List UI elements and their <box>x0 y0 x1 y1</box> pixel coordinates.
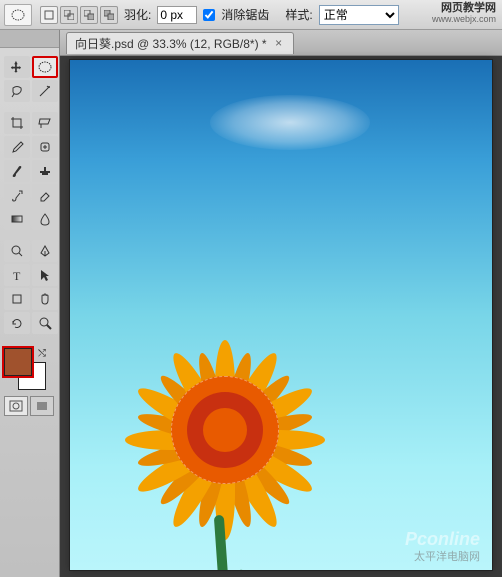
svg-text:T: T <box>13 269 21 282</box>
watermark-pconline-cn: 太平洋电脑网 <box>414 548 480 564</box>
clone-stamp-tool[interactable] <box>32 160 58 182</box>
color-swatches: ⤭ <box>4 348 46 390</box>
style-select[interactable]: 正常 <box>319 5 399 25</box>
eyedropper-tool[interactable] <box>4 136 30 158</box>
magic-wand-tool[interactable] <box>32 80 58 102</box>
antialias-label: 消除锯齿 <box>221 6 269 23</box>
healing-brush-tool[interactable] <box>32 136 58 158</box>
mode-new-icon[interactable] <box>40 6 58 24</box>
brand-cn: 网页教学网 <box>432 3 496 14</box>
crop-tool[interactable] <box>4 112 30 134</box>
toolbox-panel: T ⤭ <box>0 30 60 577</box>
move-tool[interactable] <box>4 56 30 78</box>
dodge-tool[interactable] <box>4 240 30 262</box>
brand-en: www.webjx.com <box>432 14 496 25</box>
sunflower-art <box>115 320 375 570</box>
slice-tool[interactable] <box>32 112 58 134</box>
document-tab[interactable]: 向日葵.psd @ 33.3% (12, RGB/8*) * × <box>66 32 294 54</box>
quickmask-row <box>4 396 55 416</box>
lasso-tool[interactable] <box>4 80 30 102</box>
mode-subtract-icon[interactable] <box>80 6 98 24</box>
close-icon[interactable]: × <box>273 37 285 49</box>
shape-tool[interactable] <box>4 288 30 310</box>
path-select-tool[interactable] <box>32 264 58 286</box>
rotate-view-tool[interactable] <box>4 312 30 334</box>
antialias-checkbox[interactable] <box>203 9 215 21</box>
foreground-color-swatch[interactable] <box>4 348 32 376</box>
watermark-brand: 网页教学网 www.webjx.com <box>432 3 496 25</box>
options-bar: 羽化: 消除锯齿 样式: 正常 网页教学网 www.webjx.com <box>0 0 502 30</box>
marquee-tool[interactable] <box>32 56 58 78</box>
document-tab-title: 向日葵.psd @ 33.3% (12, RGB/8*) * <box>75 35 267 52</box>
document-canvas[interactable]: Pconline 太平洋电脑网 <box>70 60 492 570</box>
toolbox-handle[interactable] <box>0 30 59 48</box>
current-tool-indicator[interactable] <box>4 4 32 26</box>
tool-grid: T <box>4 56 55 342</box>
blur-tool[interactable] <box>32 208 58 230</box>
mode-intersect-icon[interactable] <box>100 6 118 24</box>
canvas-area: Pconline 太平洋电脑网 <box>60 56 502 577</box>
type-tool[interactable]: T <box>4 264 30 286</box>
feather-label: 羽化: <box>124 6 151 23</box>
feather-input[interactable] <box>157 6 197 24</box>
watermark-pconline: Pconline <box>405 529 480 550</box>
screen-mode-icon[interactable] <box>30 396 54 416</box>
zoom-tool[interactable] <box>32 312 58 334</box>
gradient-tool[interactable] <box>4 208 30 230</box>
cloud-shape <box>210 95 370 150</box>
swap-colors-icon[interactable]: ⤭ <box>38 348 46 359</box>
eraser-tool[interactable] <box>32 184 58 206</box>
selection-mode-group <box>40 6 118 24</box>
standard-mode-icon[interactable] <box>4 396 28 416</box>
brush-tool[interactable] <box>4 160 30 182</box>
style-label: 样式: <box>285 6 312 23</box>
history-brush-tool[interactable] <box>4 184 30 206</box>
hand-tool[interactable] <box>32 288 58 310</box>
document-tabbar: 向日葵.psd @ 33.3% (12, RGB/8*) * × <box>60 30 502 56</box>
mode-add-icon[interactable] <box>60 6 78 24</box>
pen-tool[interactable] <box>32 240 58 262</box>
